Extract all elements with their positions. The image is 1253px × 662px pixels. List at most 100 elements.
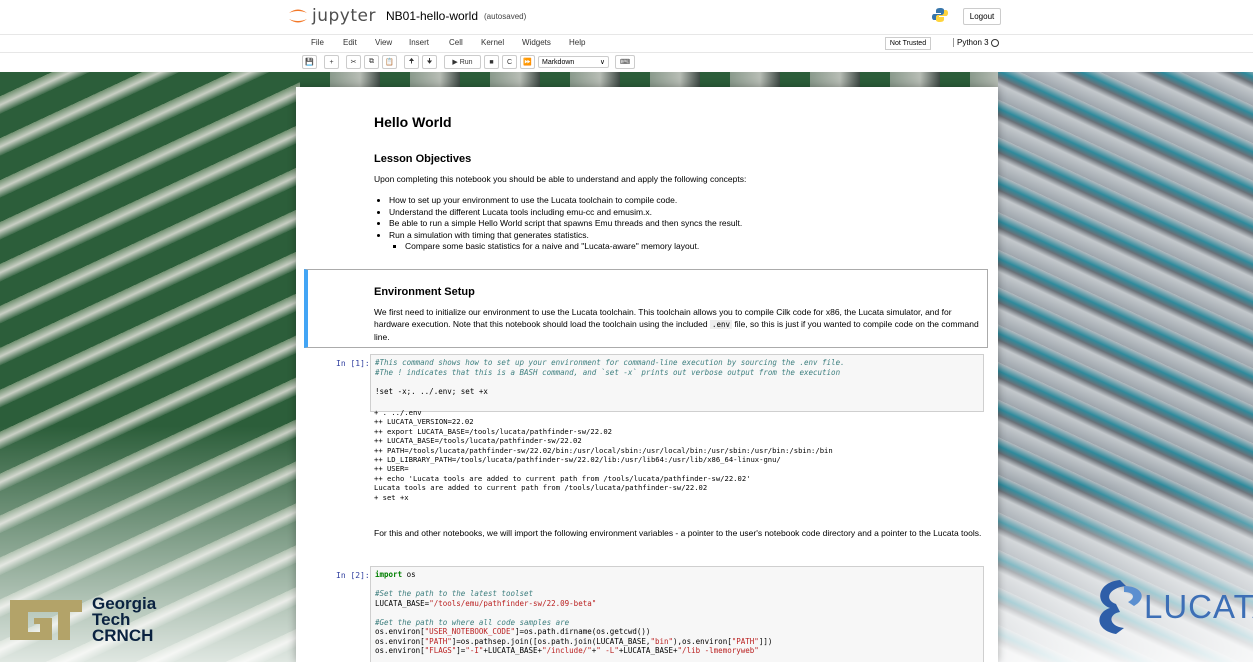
cell1-prompt: In [1]: (336, 359, 370, 368)
notebook-toolbar: 💾 + ✂ ⧉ 📋 🠉 🠋 ▶ Run ■ C ⏩ Markdown ∨ ⌨ (302, 55, 638, 69)
not-trusted-button[interactable]: Not Trusted (885, 37, 931, 50)
output-line: ++ export LUCATA_BASE=/tools/lucata/path… (374, 426, 612, 436)
hardware-photo-left (0, 72, 300, 662)
restart-run-all-icon[interactable]: ⏩ (520, 55, 535, 69)
output-line: ++ LUCATA_BASE=/tools/lucata/pathfinder-… (374, 436, 582, 446)
objective-item: Run a simulation with timing that genera… (389, 230, 974, 253)
code-token: +LUCATA_BASE+ (483, 646, 543, 655)
code-string: " -L" (596, 646, 619, 655)
georgia-tech-crnch-logo: Georgia Tech CRNCH (6, 592, 156, 648)
cell2-prompt: In [2]: (336, 571, 370, 580)
code-token: ),os.environ[ (673, 636, 732, 646)
import-paragraph[interactable]: For this and other notebooks, we will im… (374, 527, 986, 539)
menu-help[interactable]: Help (569, 38, 585, 47)
code-token: ]]) (758, 636, 773, 646)
lucata-swirl-icon (1099, 580, 1142, 634)
objectives-cell[interactable]: Upon completing this notebook you should… (374, 173, 974, 253)
menu-cell[interactable]: Cell (449, 38, 463, 47)
command-palette-icon[interactable]: ⌨ (615, 55, 635, 69)
menu-insert[interactable]: Insert (409, 38, 429, 47)
env-heading: Environment Setup (374, 286, 475, 298)
cell-type-select[interactable]: Markdown ∨ (538, 56, 609, 68)
code-line: !set -x;. ../.env; set +x (375, 386, 488, 396)
code-string: "USER_NOTEBOOK_CODE" (424, 627, 515, 636)
cell1-output: + . ../.env ++ LUCATA_VERSION=22.02 ++ e… (374, 408, 833, 502)
cut-icon[interactable]: ✂ (346, 55, 361, 69)
chevron-down-icon: ∨ (599, 59, 605, 66)
code-string: "bin" (650, 636, 674, 646)
jupyter-header: jupyter NB01-hello-world (autosaved) Log… (0, 0, 1253, 72)
objective-item: How to set up your environment to use th… (389, 195, 974, 207)
save-icon[interactable]: 💾 (302, 55, 317, 69)
objectives-intro: Upon completing this notebook you should… (374, 174, 747, 184)
objectives-sublist: Compare some basic statistics for a naiv… (389, 241, 974, 253)
menu-kernel[interactable]: Kernel (481, 38, 504, 47)
kernel-name[interactable]: Python 3 (953, 38, 989, 47)
lucata-logo: LUCATA (1090, 572, 1253, 642)
gt-logo-line-3: CRNCH (92, 626, 154, 645)
menu-view[interactable]: View (375, 38, 392, 47)
code-token: os.environ[ (375, 636, 425, 646)
code-comment: #Set the path to the latest toolset (375, 589, 534, 598)
code-token: ]=os.pathsep.join([os.path.join(LUCATA_B… (451, 636, 651, 646)
code-string: "-I" (465, 646, 484, 655)
code-token: os.environ[ (375, 627, 425, 636)
code-token: os (402, 570, 416, 579)
python-logo-icon (932, 8, 948, 22)
insert-cell-below-icon[interactable]: + (324, 55, 339, 69)
notebook-title[interactable]: Hello World (374, 114, 452, 130)
move-down-icon[interactable]: 🠋 (422, 55, 437, 69)
kernel-idle-indicator-icon (991, 39, 999, 47)
code-comment: #Get the path to where all code samples … (375, 617, 570, 627)
output-line: + . ../.env (374, 408, 422, 417)
gt-monogram-icon (10, 600, 82, 640)
objective-item: Be able to run a simple Hello World scri… (389, 218, 974, 230)
code-string: "/include/" (542, 646, 592, 655)
title-heading: Hello World (374, 114, 452, 130)
code-token: +LUCATA_BASE+ (618, 646, 678, 655)
copy-icon[interactable]: ⧉ (364, 55, 379, 69)
code-string: "FLAGS" (424, 646, 457, 655)
lucata-wordmark: LUCATA (1144, 588, 1253, 625)
code-cell-1[interactable]: #This command shows how to set up your e… (370, 354, 984, 412)
code-string: "PATH" (424, 636, 452, 646)
objectives-heading[interactable]: Lesson Objectives (374, 153, 471, 165)
menu-widgets[interactable]: Widgets (522, 38, 551, 47)
notebook-container: Hello World Lesson Objectives Upon compl… (296, 87, 998, 662)
run-label: Run (459, 58, 473, 66)
notebook-name[interactable]: NB01-hello-world (386, 9, 478, 23)
jupyter-brand[interactable]: jupyter (312, 6, 376, 26)
code-string: "/tools/emu/pathfinder-sw/22.09-beta" (429, 598, 597, 608)
output-line: ++ LD_LIBRARY_PATH=/tools/lucata/pathfin… (374, 455, 781, 465)
objective-item: Understand the different Lucata tools in… (389, 207, 974, 219)
output-line: ++ echo 'Lucata tools are added to curre… (374, 473, 751, 483)
code-comment: #This command shows how to set up your e… (375, 358, 845, 367)
paste-icon[interactable]: 📋 (382, 55, 397, 69)
code-token: ]=os.path.dirname(os.getcwd()) (514, 627, 651, 636)
menu-file[interactable]: File (311, 38, 324, 47)
run-button[interactable]: ▶ Run (444, 55, 481, 69)
run-icon: ▶ (452, 59, 460, 66)
menu-edit[interactable]: Edit (343, 38, 357, 47)
menubar: File Edit View Insert Cell Kernel Widget… (0, 34, 1253, 53)
output-line: ++ PATH=/tools/lucata/pathfinder-sw/22.0… (374, 445, 833, 455)
interrupt-icon[interactable]: ■ (484, 55, 499, 69)
env-heading-text: Environment Setup (374, 286, 475, 298)
logout-button[interactable]: Logout (963, 8, 1001, 25)
cell-type-value: Markdown (542, 58, 575, 66)
hardware-photo-top (300, 72, 998, 88)
move-up-icon[interactable]: 🠉 (404, 55, 419, 69)
code-token: LUCATA_BASE= (375, 598, 430, 608)
code-token: os.environ[ (375, 646, 425, 655)
restart-icon[interactable]: C (502, 55, 517, 69)
output-line: + set +x (374, 492, 409, 502)
objective-item-text: Run a simulation with timing that genera… (389, 229, 589, 240)
code-cell-2[interactable]: import os #Set the path to the latest to… (370, 566, 984, 662)
sub-objective-item: Compare some basic statistics for a naiv… (405, 241, 974, 253)
code-token: ]= (456, 646, 466, 655)
jupyter-logo-icon[interactable] (286, 7, 310, 25)
objectives-heading-text: Lesson Objectives (374, 153, 472, 165)
code-comment: #The ! indicates that this is a BASH com… (375, 367, 841, 377)
env-inline-code: .env (710, 320, 733, 329)
env-paragraph: We first need to initialize our environm… (374, 306, 984, 343)
